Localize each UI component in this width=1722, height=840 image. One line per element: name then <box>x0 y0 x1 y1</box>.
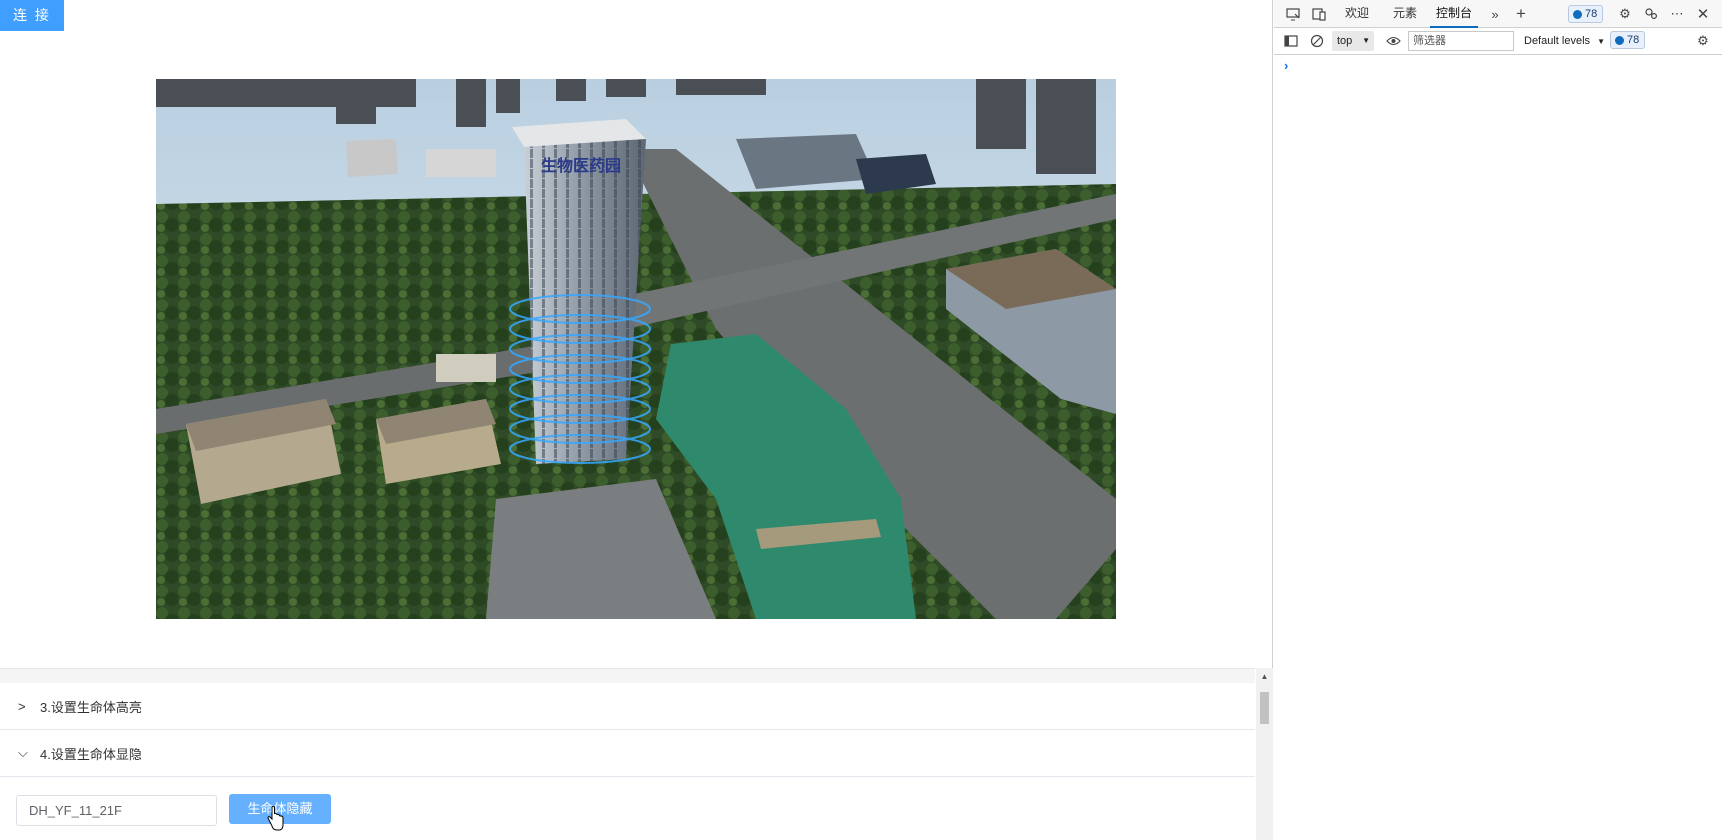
app-page: 连 接 生物医药园 > 3.设置生命体高亮 ⌵ 4.设置生命体显隐 DH_YF_… <box>0 0 1273 840</box>
tab-console[interactable]: 控制台 <box>1430 0 1478 28</box>
add-tab-icon[interactable]: + <box>1510 3 1532 25</box>
log-levels-select[interactable]: Default levels ▼ <box>1524 31 1605 51</box>
collapse-item-visibility[interactable]: ⌵ 4.设置生命体显隐 <box>0 730 1255 777</box>
devtools-panel: 欢迎 元素 控制台 » + 78 ⚙ ⋯ ✕ top ▼ 筛选器 Default… <box>1274 0 1722 840</box>
context-value: top <box>1337 35 1353 47</box>
chevron-down-icon: ▼ <box>1597 37 1606 46</box>
chevron-down-icon: ▼ <box>1362 36 1370 45</box>
control-panel: > 3.设置生命体高亮 ⌵ 4.设置生命体显隐 DH_YF_11_21F <box>0 668 1255 840</box>
scroll-thumb[interactable] <box>1260 692 1269 724</box>
collapse-item-label: 3.设置生命体高亮 <box>40 699 142 715</box>
console-prompt: › <box>1284 58 1289 73</box>
levels-label: Default levels <box>1524 35 1591 47</box>
device-emulation-icon[interactable] <box>1308 3 1330 25</box>
sidebar-toggle-icon[interactable] <box>1280 30 1302 52</box>
clear-console-icon[interactable] <box>1306 30 1328 52</box>
toolbar-issues-count: 78 <box>1627 34 1640 46</box>
city-scene-image: 生物医药园 <box>156 79 1116 619</box>
panel-top-strip <box>0 669 1255 683</box>
tab-elements[interactable]: 元素 <box>1388 0 1422 28</box>
console-settings-gear-icon[interactable]: ⚙ <box>1692 30 1714 52</box>
more-options-icon[interactable]: ⋯ <box>1666 3 1688 25</box>
more-tabs-icon[interactable]: » <box>1484 3 1506 25</box>
panel-scrollbar[interactable]: ▲ <box>1256 668 1273 840</box>
toolbar-issues-badge[interactable]: 78 <box>1610 31 1646 49</box>
collapse-item-highlight[interactable]: > 3.设置生命体高亮 <box>0 683 1255 730</box>
3d-scene-viewport[interactable]: 生物医药园 <box>156 79 1116 619</box>
console-output[interactable]: › <box>1274 56 1722 840</box>
building-sign: 生物医药园 <box>541 156 621 175</box>
chevron-right-icon: > <box>18 698 26 714</box>
tab-welcome[interactable]: 欢迎 <box>1336 0 1378 28</box>
inspect-device-icon[interactable] <box>1282 3 1304 25</box>
issues-count: 78 <box>1585 8 1598 20</box>
scroll-up-icon[interactable]: ▲ <box>1256 668 1273 685</box>
issue-icon <box>1615 35 1624 45</box>
chevron-down-icon: ⌵ <box>18 745 28 760</box>
issues-badge[interactable]: 78 <box>1568 5 1604 23</box>
live-expression-eye-icon[interactable] <box>1382 30 1404 52</box>
lifebody-id-input[interactable]: DH_YF_11_21F <box>16 795 217 826</box>
close-devtools-icon[interactable]: ✕ <box>1692 3 1714 25</box>
settings-gear-icon[interactable]: ⚙ <box>1614 3 1636 25</box>
console-toolbar: top ▼ 筛选器 Default levels ▼ 78 ⚙ <box>1274 28 1722 55</box>
console-filter-input[interactable]: 筛选器 <box>1408 31 1514 51</box>
hand-pointer-icon <box>267 806 284 831</box>
customize-icon[interactable] <box>1640 3 1662 25</box>
collapse-item-label: 4.设置生命体显隐 <box>40 746 142 762</box>
connect-button[interactable]: 连 接 <box>0 0 64 31</box>
devtools-tabbar: 欢迎 元素 控制台 » + 78 ⚙ ⋯ ✕ <box>1274 0 1722 28</box>
context-select[interactable]: top ▼ <box>1332 31 1374 51</box>
issue-icon <box>1573 9 1582 19</box>
